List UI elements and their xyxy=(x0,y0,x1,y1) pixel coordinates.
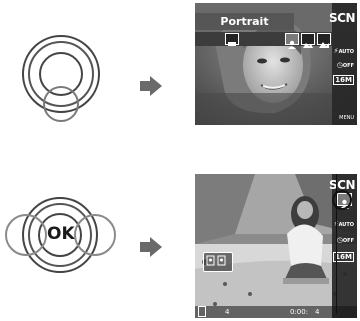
status-remaining: 4 xyxy=(315,308,320,316)
status-time: 0:00: xyxy=(290,308,309,316)
status-count: 4 xyxy=(225,308,230,316)
dial-right-highlight xyxy=(74,214,116,256)
card-icon xyxy=(198,306,206,317)
sidebar: SCN ⚡AUTO ◷OFF 16M MENU xyxy=(329,3,357,125)
image-size-icon[interactable]: 16M xyxy=(333,75,354,85)
mode-title: Portrait xyxy=(195,13,294,30)
bottom-status-bar: 4 0:00: 4 xyxy=(195,306,357,318)
callout-circle xyxy=(332,190,352,210)
scn-label: SCN xyxy=(329,11,356,25)
self-timer-icon[interactable]: ◷OFF xyxy=(337,61,354,70)
portrait-icon[interactable] xyxy=(285,33,299,49)
scene-icon-3[interactable] xyxy=(301,33,315,48)
menu-label[interactable]: MENU xyxy=(339,115,354,121)
scene-icon-1[interactable] xyxy=(225,33,239,46)
dial-down-highlight xyxy=(43,86,79,122)
flash-icon[interactable]: ⚡AUTO xyxy=(334,47,354,56)
arrow-right-icon xyxy=(140,236,166,258)
dial-diagram-2: OK xyxy=(3,195,116,283)
dial-diagram-1 xyxy=(22,35,102,125)
landscape-icon[interactable] xyxy=(317,33,331,48)
self-timer-icon[interactable]: ◷OFF xyxy=(337,236,354,245)
scene-icon-strip xyxy=(195,32,332,49)
arrow-right-icon xyxy=(140,75,166,97)
camera-screen-1: Portrait SCN ⚡AUTO ◷OFF 16M MENU xyxy=(195,3,357,125)
dial-left-highlight xyxy=(5,214,47,256)
ok-label: OK xyxy=(47,224,75,244)
face-detect-icon[interactable] xyxy=(203,252,233,272)
